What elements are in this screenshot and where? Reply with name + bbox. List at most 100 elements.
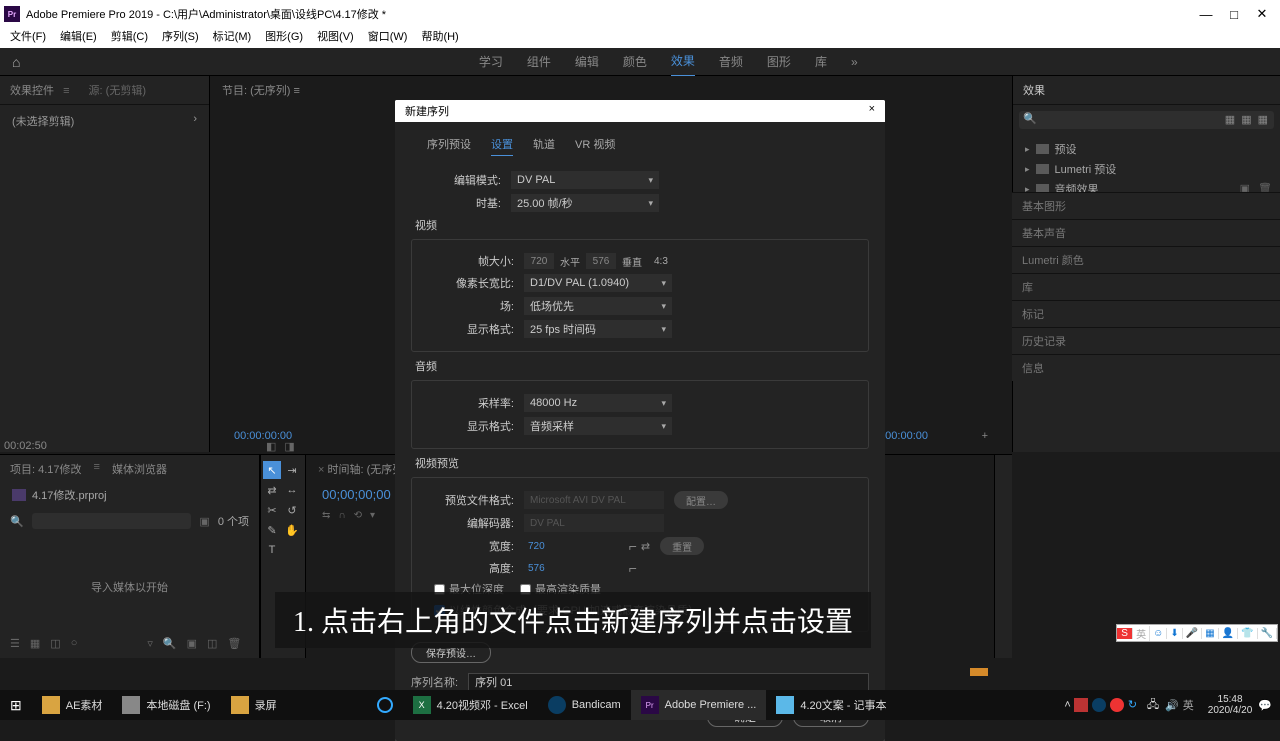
tb-excel[interactable]: X4.20视频邓 - Excel <box>403 690 538 720</box>
ws-color[interactable]: 颜色 <box>623 47 647 76</box>
track-select-tool[interactable]: ⇥ <box>283 461 301 479</box>
tab-settings[interactable]: 设置 <box>491 136 513 156</box>
list-view-icon[interactable]: ☰ <box>10 637 20 650</box>
effects-search[interactable]: 🔍 ▦▦▦ <box>1019 111 1274 129</box>
preset-icon-3[interactable]: ▦ <box>1258 113 1268 126</box>
panel-markers[interactable]: 标记 <box>1012 300 1280 327</box>
link-icon[interactable]: ⌐ <box>629 538 637 554</box>
timebase-select[interactable]: 25.00 帧/秒▾ <box>511 194 659 212</box>
tb-cortana[interactable] <box>367 690 403 720</box>
tb-rec[interactable]: 录屏 <box>221 690 287 720</box>
ime-s-icon[interactable]: S <box>1117 628 1133 639</box>
find-icon[interactable]: 🔍 <box>163 637 177 650</box>
ws-assembly[interactable]: 组件 <box>527 47 551 76</box>
tab-presets[interactable]: 序列预设 <box>427 136 471 156</box>
menu-edit[interactable]: 编辑(E) <box>54 28 103 48</box>
panel-lumetri-color[interactable]: Lumetri 颜色 <box>1012 246 1280 273</box>
ws-edit[interactable]: 编辑 <box>575 47 599 76</box>
minimize-button[interactable]: — <box>1192 7 1220 22</box>
eff-lumetri[interactable]: ▸Lumetri 预设 <box>1021 159 1272 179</box>
ws-effects[interactable]: 效果 <box>671 46 695 77</box>
chevron-right-icon[interactable]: › <box>193 113 197 129</box>
reset-button[interactable]: 重置 <box>660 537 704 555</box>
menu-view[interactable]: 视图(V) <box>311 28 360 48</box>
close-button[interactable]: ✕ <box>1248 6 1276 22</box>
disp-v-select[interactable]: 25 fps 时间码▾ <box>524 320 672 338</box>
preset-icon-2[interactable]: ▦ <box>1241 113 1251 126</box>
maximize-button[interactable]: □ <box>1220 7 1248 22</box>
dialog-close-icon[interactable]: × <box>869 103 875 119</box>
start-button[interactable]: ⊞ <box>0 690 32 720</box>
ws-lib[interactable]: 库 <box>815 47 827 76</box>
type-tool[interactable]: T <box>263 541 281 559</box>
panel-library[interactable]: 库 <box>1012 273 1280 300</box>
frame-width-input[interactable] <box>524 253 554 269</box>
sample-select[interactable]: 48000 Hz▾ <box>524 394 672 412</box>
slip-tool[interactable]: ↺ <box>283 501 301 519</box>
insert-btn-icon[interactable]: ◧ <box>266 440 276 453</box>
icon-view-icon[interactable]: ▦ <box>30 637 40 650</box>
panel-info[interactable]: 信息 <box>1012 354 1280 381</box>
fields-select[interactable]: 低场优先▾ <box>524 297 672 315</box>
razor-tool[interactable]: ✂ <box>263 501 281 519</box>
config-button[interactable]: 配置… <box>674 491 728 509</box>
frame-height-input[interactable] <box>586 253 616 269</box>
freeform-icon[interactable]: ◫ <box>50 637 60 650</box>
tb-bandicam[interactable]: Bandicam <box>538 690 631 720</box>
tray-icon-2[interactable] <box>1092 698 1106 712</box>
ws-learn[interactable]: 学习 <box>479 47 503 76</box>
tray-ime[interactable]: 英 <box>1183 697 1194 713</box>
menu-graphics[interactable]: 图形(G) <box>259 28 309 48</box>
tray-clock[interactable]: 15:482020/4/20 <box>1208 694 1253 716</box>
tray-net-icon[interactable]: 🖧 <box>1147 696 1159 715</box>
media-browser-tab[interactable]: 媒体浏览器 <box>112 461 167 477</box>
tab-vr[interactable]: VR 视频 <box>575 136 615 156</box>
tb-notepad[interactable]: 4.20文案 - 记事本 <box>766 690 896 720</box>
menu-sequence[interactable]: 序列(S) <box>156 28 205 48</box>
overwrite-btn-icon[interactable]: ◨ <box>284 440 294 453</box>
panel-basic-graphics[interactable]: 基本图形 <box>1012 192 1280 219</box>
ime-toolbar[interactable]: S 英 ☺⬇🎤 ▦👤👕🔧 <box>1116 624 1278 642</box>
effect-controls-tab[interactable]: 效果控件 <box>10 85 54 97</box>
tray-icon-4[interactable]: ↻ <box>1128 698 1142 712</box>
editing-mode-select[interactable]: DV PAL▾ <box>511 171 659 189</box>
menu-window[interactable]: 窗口(W) <box>362 28 414 48</box>
tray-icon-1[interactable] <box>1074 698 1088 712</box>
selection-tool[interactable]: ↖ <box>263 461 281 479</box>
project-tab[interactable]: 项目: 4.17修改 <box>10 461 82 477</box>
auto-seq-icon[interactable]: ▿ <box>147 637 153 650</box>
tray-up-icon[interactable]: ˄ <box>1064 699 1070 711</box>
import-placeholder[interactable]: 导入媒体以开始 <box>0 579 259 595</box>
rate-tool[interactable]: ↔ <box>283 481 301 499</box>
add-button-icon[interactable]: + <box>982 430 988 442</box>
tb-ae[interactable]: AE素材 <box>32 690 113 720</box>
disp-a-select[interactable]: 音频采样▾ <box>524 417 672 435</box>
menu-help[interactable]: 帮助(H) <box>415 28 464 48</box>
project-search[interactable] <box>32 513 192 529</box>
program-tab[interactable]: 节目: (无序列) <box>222 85 290 97</box>
ws-more[interactable]: » <box>851 49 858 75</box>
tray-icon-3[interactable] <box>1110 698 1124 712</box>
pen-tool[interactable]: ✎ <box>263 521 281 539</box>
ime-lang[interactable]: 英 <box>1133 626 1150 641</box>
tab-tracks[interactable]: 轨道 <box>533 136 555 156</box>
tb-disk[interactable]: 本地磁盘 (F:) <box>112 690 220 720</box>
panel-history[interactable]: 历史记录 <box>1012 327 1280 354</box>
tray-vol-icon[interactable]: 🔊 <box>1165 699 1179 712</box>
eff-presets[interactable]: ▸预设 <box>1021 139 1272 159</box>
tb-premiere[interactable]: PrAdobe Premiere ... <box>631 690 767 720</box>
menu-marker[interactable]: 标记(M) <box>207 28 258 48</box>
zoom-icon[interactable]: ○ <box>71 637 78 650</box>
ripple-tool[interactable]: ⇄ <box>263 481 281 499</box>
source-none-tab[interactable]: 源: (无剪辑) <box>89 85 146 97</box>
home-icon[interactable]: ⌂ <box>12 54 20 70</box>
menu-file[interactable]: 文件(F) <box>4 28 52 48</box>
preset-icon[interactable]: ▦ <box>1225 113 1235 126</box>
trash-icon-2[interactable]: 🗑 <box>227 637 241 650</box>
hand-tool[interactable]: ✋ <box>283 521 301 539</box>
ws-audio[interactable]: 音频 <box>719 47 743 76</box>
seq-name-input[interactable]: 序列 01 <box>468 673 869 691</box>
par-select[interactable]: D1/DV PAL (1.0940)▾ <box>524 274 672 292</box>
ws-graphics[interactable]: 图形 <box>767 47 791 76</box>
tray-notif-icon[interactable]: 💬 <box>1258 699 1272 712</box>
